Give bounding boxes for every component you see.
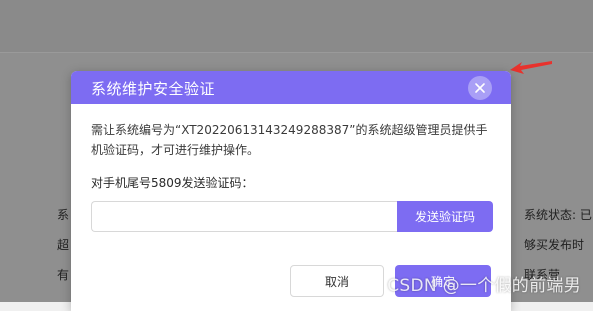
dialog-description: 需让系统编号为“XT20220613143249288387”的系统超级管理员提… [91,123,488,157]
send-code-button[interactable]: 发送验证码 [397,201,493,232]
phone-label: 对手机尾号5809发送验证码： [91,176,254,190]
background-header [0,0,593,52]
dialog-body: 需让系统编号为“XT20220613143249288387”的系统超级管理员提… [71,104,511,232]
background-text: 超 [57,238,70,252]
annotation-arrow-icon [510,61,552,74]
verification-code-input[interactable] [91,201,397,232]
background-text: 系 [57,208,70,222]
background-text: 有 [57,268,70,282]
background-text: 够买发布时 [524,238,585,252]
close-button[interactable] [468,76,492,100]
cancel-button[interactable]: 取消 [290,265,384,297]
close-icon [475,83,485,93]
dialog-title: 系统维护安全验证 [91,80,216,98]
background-text: 系统状态: 已 [524,208,592,222]
code-input-row: 发送验证码 [91,201,493,232]
watermark: CSDN @一个假的前端男 [387,276,581,296]
dialog-header: 系统维护安全验证 [71,71,511,104]
